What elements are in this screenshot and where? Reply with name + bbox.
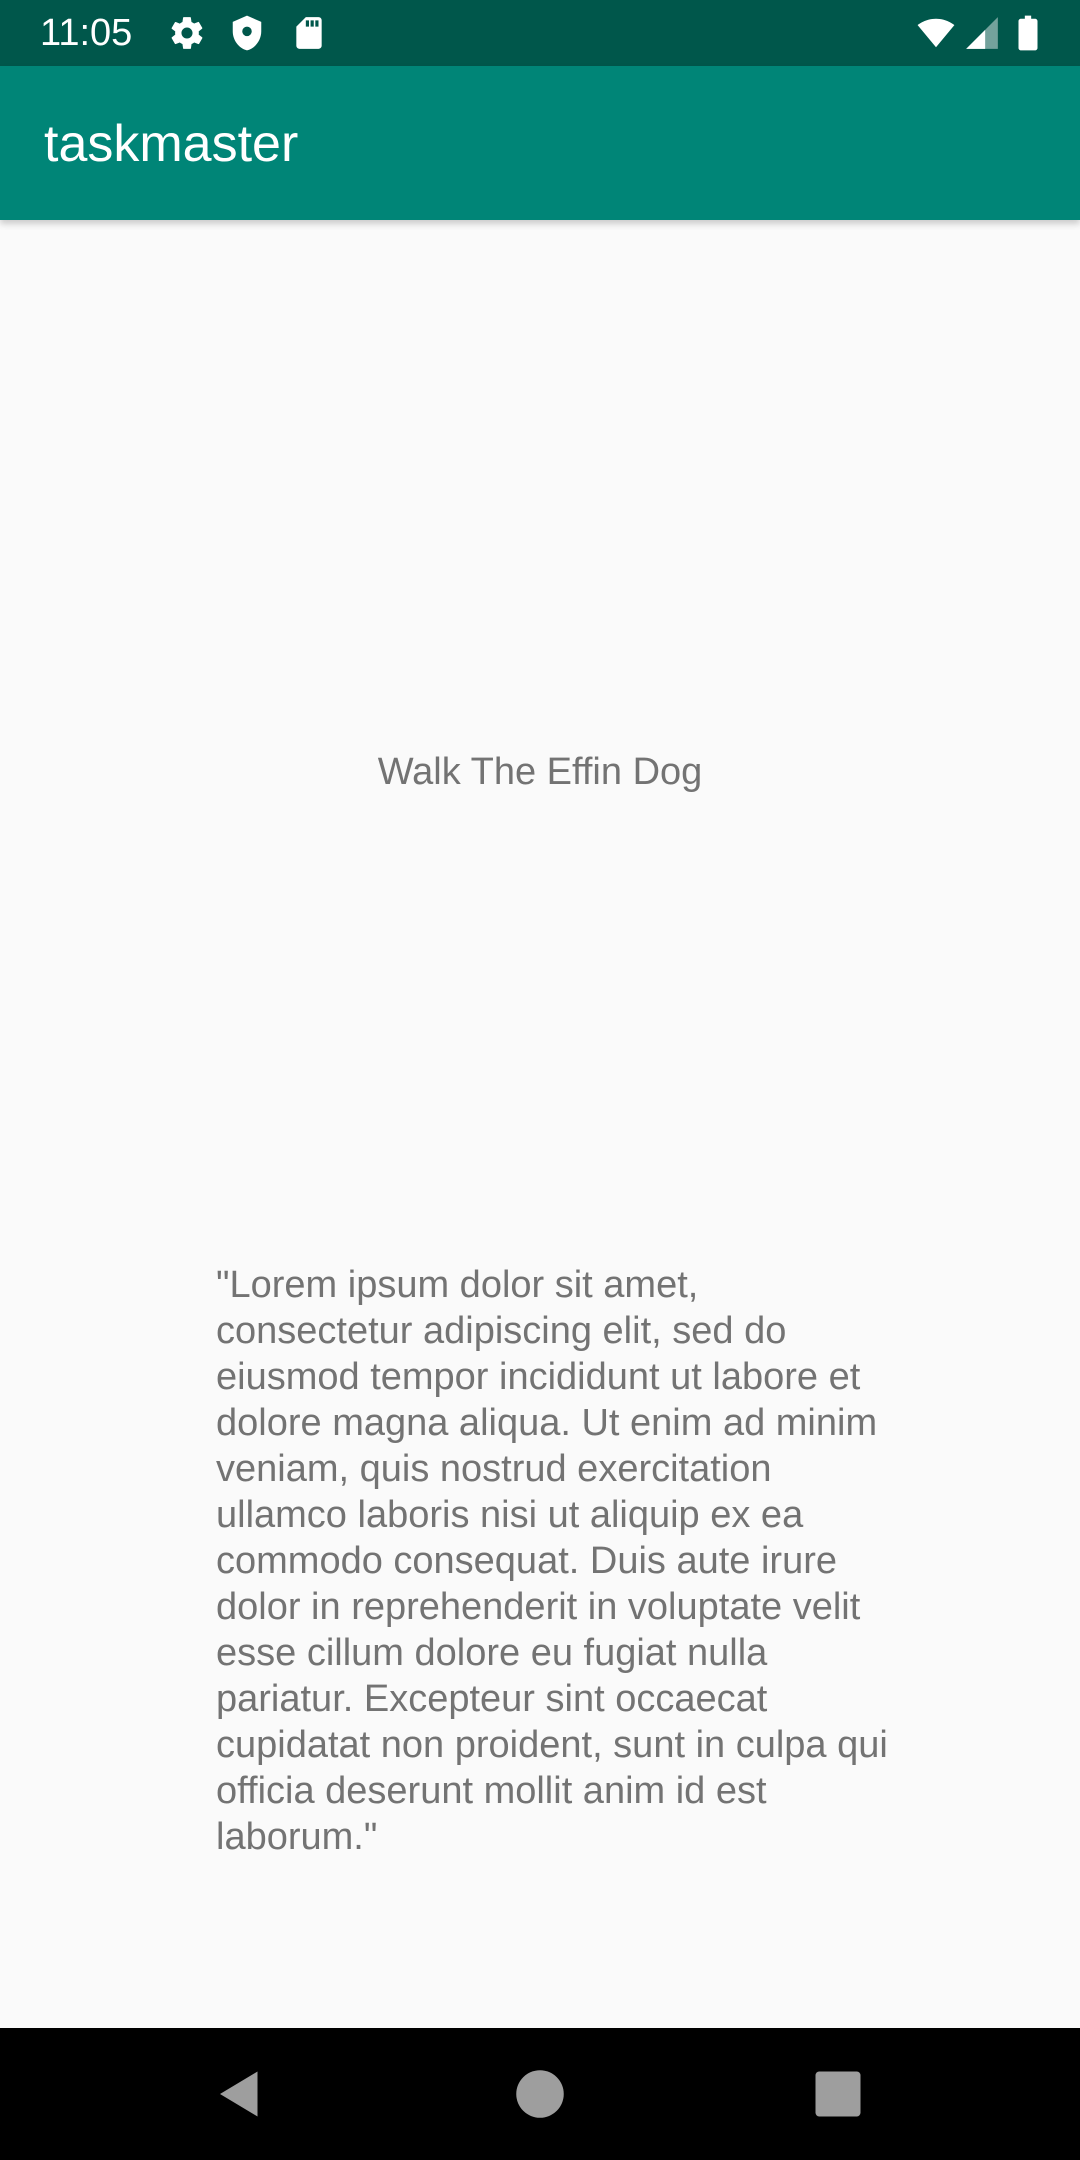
app-bar: taskmaster [0,66,1080,220]
settings-gear-icon [168,14,206,52]
task-body: "Lorem ipsum dolor sit amet, consectetur… [216,1264,888,1858]
status-time: 11:05 [40,12,133,54]
screen: 11:05 taskmaster Walk The Effin Dog "Lor… [0,0,1080,2160]
recents-icon[interactable] [808,2064,868,2124]
app-title: taskmaster [44,115,299,173]
cell-signal-icon [962,14,1002,52]
status-bar: 11:05 [0,0,1080,66]
home-icon[interactable] [510,2064,570,2124]
battery-icon [1012,14,1044,52]
navigation-bar [0,2028,1080,2160]
sd-card-icon [290,14,328,52]
back-icon[interactable] [210,2064,270,2124]
task-title: Walk The Effin Dog [377,751,703,793]
wifi-icon [914,14,958,52]
shield-icon [228,14,266,52]
